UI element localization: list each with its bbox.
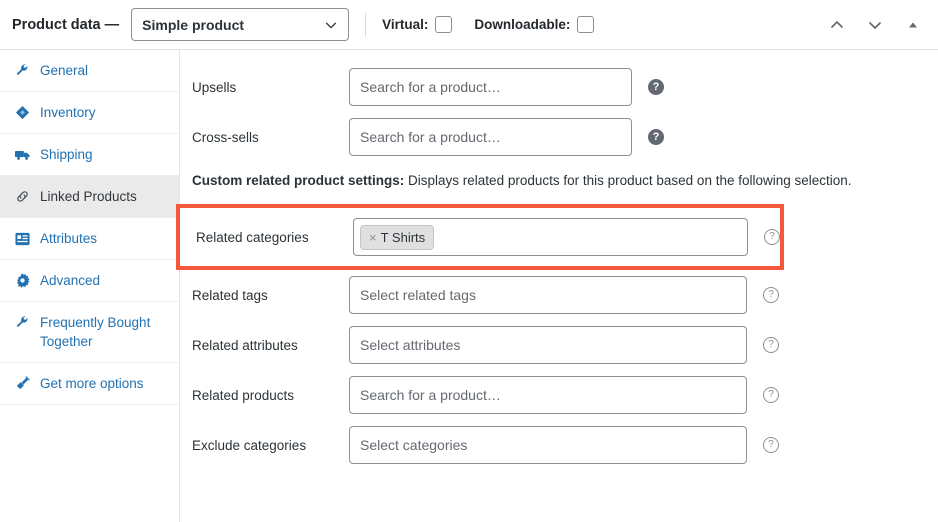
archive-icon (14, 103, 31, 122)
related-products-placeholder: Search for a product… (360, 387, 501, 403)
help-outline-icon[interactable]: ? (763, 387, 779, 403)
product-type-select[interactable]: Simple product (131, 8, 350, 41)
category-tag-chip[interactable]: × T Shirts (360, 224, 435, 250)
notice-strong: Custom related product settings: (192, 173, 405, 188)
sidebar-item-attributes[interactable]: Attributes (0, 218, 179, 260)
sidebar-item-label: Attributes (40, 231, 98, 246)
help-filled-icon[interactable]: ? (648, 79, 664, 95)
sidebar-item-advanced[interactable]: Advanced (0, 260, 179, 302)
field-row-related-categories: Related categories × T Shirts ? (180, 212, 780, 262)
product-data-tabs: General Inventory Shipping Linked Produc… (0, 50, 180, 522)
related-products-label: Related products (192, 387, 295, 403)
help-outline-icon[interactable]: ? (763, 437, 779, 453)
sidebar-item-label: Get more options (40, 376, 144, 391)
wrench-icon (14, 61, 31, 80)
field-row-related-products: Related products Search for a product… ? (180, 370, 938, 420)
exclude-categories-label: Exclude categories (192, 437, 307, 453)
help-outline-icon[interactable]: ? (763, 287, 779, 303)
gear-icon (14, 271, 31, 290)
upsells-label: Upsells (192, 79, 237, 95)
help-outline-icon[interactable]: ? (763, 337, 779, 353)
downloadable-label-text: Downloadable: (474, 17, 571, 32)
related-categories-label: Related categories (196, 229, 309, 245)
related-tags-placeholder: Select related tags (360, 287, 476, 303)
help-filled-icon[interactable]: ? (648, 129, 664, 145)
sidebar-item-label: Advanced (40, 273, 101, 288)
upsells-placeholder: Search for a product… (360, 79, 501, 95)
close-icon[interactable]: × (369, 231, 377, 244)
cross-sells-label: Cross-sells (192, 129, 259, 145)
upsells-input[interactable]: Search for a product… (349, 68, 632, 106)
virtual-checkbox[interactable] (435, 16, 453, 33)
sidebar-item-label: General (40, 63, 89, 78)
panel-body: General Inventory Shipping Linked Produc… (0, 50, 938, 522)
sidebar-item-label: Frequently Bought Together (40, 315, 151, 349)
field-row-exclude-categories: Exclude categories Select categories ? (180, 420, 938, 470)
sidebar-item-label: Inventory (40, 105, 96, 120)
link-icon (14, 187, 31, 206)
related-products-input[interactable]: Search for a product… (349, 376, 747, 414)
related-attributes-input[interactable]: Select attributes (349, 326, 747, 364)
cross-sells-placeholder: Search for a product… (360, 129, 501, 145)
custom-related-settings-notice: Custom related product settings: Display… (180, 162, 938, 202)
plugin-icon (14, 374, 31, 393)
sidebar-item-general[interactable]: General (0, 50, 179, 92)
page-title: Product data — (12, 16, 120, 33)
wrench-icon (14, 313, 31, 332)
field-row-cross-sells: Cross-sells Search for a product… ? (180, 112, 938, 162)
downloadable-checkbox[interactable] (577, 16, 595, 33)
triangle-up-icon[interactable] (902, 14, 924, 36)
sidebar-item-label: Linked Products (40, 189, 137, 204)
field-row-related-tags: Related tags Select related tags ? (180, 270, 938, 320)
exclude-categories-placeholder: Select categories (360, 437, 468, 453)
move-up-icon[interactable] (826, 14, 848, 36)
sidebar-item-linked-products[interactable]: Linked Products (0, 176, 179, 218)
sidebar-item-shipping[interactable]: Shipping (0, 134, 179, 176)
field-row-related-attributes: Related attributes Select attributes ? (180, 320, 938, 370)
related-categories-highlight: Related categories × T Shirts ? (176, 204, 784, 270)
header-divider (365, 12, 367, 37)
header-actions (826, 14, 924, 36)
related-tags-label: Related tags (192, 287, 268, 303)
product-data-panel: Product data — Simple product Virtual: D… (0, 0, 938, 522)
virtual-checkbox-label[interactable]: Virtual: (382, 16, 453, 33)
truck-icon (14, 145, 31, 164)
help-outline-icon[interactable]: ? (764, 229, 780, 245)
related-categories-input[interactable]: × T Shirts (353, 218, 748, 256)
chevron-down-icon (324, 18, 338, 32)
product-type-value: Simple product (142, 16, 245, 33)
related-attributes-placeholder: Select attributes (360, 337, 461, 353)
virtual-label-text: Virtual: (382, 17, 429, 32)
move-down-icon[interactable] (864, 14, 886, 36)
notice-text: Displays related products for this produ… (404, 173, 852, 188)
sidebar-item-get-more-options[interactable]: Get more options (0, 363, 179, 405)
exclude-categories-input[interactable]: Select categories (349, 426, 747, 464)
sidebar-item-label: Shipping (40, 147, 93, 162)
category-tag-label: T Shirts (380, 229, 426, 245)
cross-sells-input[interactable]: Search for a product… (349, 118, 632, 156)
field-row-upsells: Upsells Search for a product… ? (180, 62, 938, 112)
panel-header: Product data — Simple product Virtual: D… (0, 0, 938, 50)
related-attributes-label: Related attributes (192, 337, 298, 353)
related-tags-input[interactable]: Select related tags (349, 276, 747, 314)
list-icon (14, 229, 31, 248)
linked-products-panel: Upsells Search for a product… ? Cross-se… (176, 50, 938, 522)
sidebar-item-frequently-bought-together[interactable]: Frequently Bought Together (0, 302, 179, 363)
sidebar-item-inventory[interactable]: Inventory (0, 92, 179, 134)
downloadable-checkbox-label[interactable]: Downloadable: (474, 16, 595, 33)
